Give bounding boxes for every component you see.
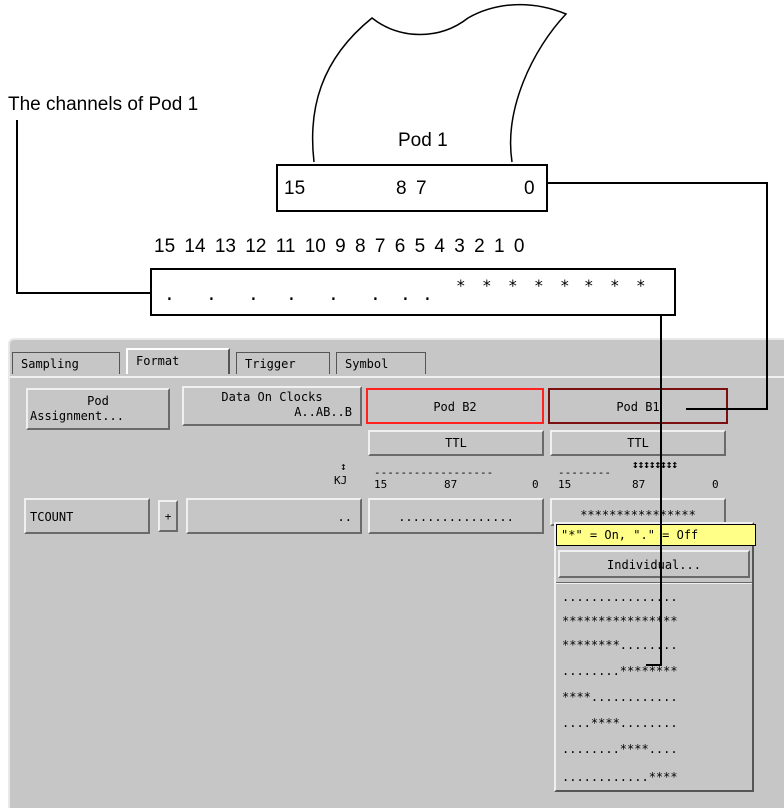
tab-format[interactable]: Format [126,348,230,374]
pod-bit-0: 0 [524,178,535,199]
channel-mark: . [422,284,433,305]
pod-b2-bits-field[interactable]: ................ [368,498,544,534]
pod-b2-button[interactable]: Pod B2 [366,388,544,424]
channel-mark: * [482,276,492,295]
on-off-tooltip: "*" = On, "." = Off [556,524,756,546]
channel-number: 9 [335,236,346,257]
b1-header-87: 87 [632,478,646,491]
b2-header-87: 87 [444,478,458,491]
channel-mark: . [164,284,175,305]
channel-number: 12 [245,236,267,257]
channel-number: 8 [354,236,366,257]
b1-header-arrows-icon: ↕↕↕↕↕↕↕↕ [632,458,678,471]
pod-1-connector-box [276,164,548,212]
channel-marks-box [150,268,676,316]
popup-item[interactable]: ....****........ [562,716,678,730]
channel-number: 0 [513,236,525,257]
leader-line-right-vertical [766,182,768,410]
tab-symbol[interactable]: Symbol [336,352,426,374]
channel-number: 7 [374,236,386,257]
channel-number: 14 [184,236,206,257]
channel-number: 2 [474,236,485,257]
b2-header-0: 0 [532,478,539,491]
popup-item[interactable]: ........******** [562,664,678,678]
pod-bit-7: 7 [416,178,427,199]
channel-number: 4 [434,236,445,257]
data-on-clocks-line-2: A..AB..B [294,405,352,419]
individual-button[interactable]: Individual... [558,550,750,578]
tab-trigger[interactable]: Trigger [236,352,330,374]
channel-numbers: 15 14 13 12 11 10 9 8 7 6 5 4 3 2 1 0 [154,236,528,258]
tab-underline [10,376,784,378]
pod-assignment-line-2: Assignment... [30,409,124,423]
channel-number: 1 [494,236,505,257]
channel-mark: . [248,284,259,305]
pod-assignment-line-1: Pod [87,394,109,408]
data-on-clocks-line-1: Data On Clocks [221,390,323,404]
popup-item[interactable]: ****............ [562,690,678,704]
channel-mark: . [286,284,297,305]
pod-assignment-button[interactable]: Pod Assignment... [26,388,170,430]
data-on-clocks-button[interactable]: Data On Clocks A..AB..B [182,386,362,426]
pod-bit-15: 15 [284,178,306,199]
channel-number: 15 [154,236,176,257]
channel-mark: . [206,284,217,305]
b1-header-0: 0 [712,478,719,491]
ttl-b1-button[interactable]: TTL [550,430,726,456]
b1-header-15: 15 [558,478,572,491]
channel-mark: * [584,276,594,295]
channel-number: 5 [414,236,426,257]
popup-separator [556,582,752,584]
channel-number: 6 [394,236,406,257]
channel-mark: . [328,284,339,305]
leader-line-middle-foot [646,664,662,666]
leader-line-left-horizontal [16,292,150,294]
pod-b1-button[interactable]: Pod B1 [548,388,728,424]
pod-bit-8: 8 [396,178,407,199]
leader-line-right-bottom [686,408,768,410]
leader-line-left-vertical [16,120,18,294]
clock-arrow-icon: ↕ [340,460,347,473]
channel-mark: . [400,284,411,305]
polarity-plus-button[interactable]: + [158,500,178,532]
popup-item[interactable]: ........****.... [562,742,678,756]
channel-mark: * [636,276,646,295]
clock-bits-field[interactable]: .. [186,498,362,534]
channel-mark: . [370,284,381,305]
leader-line-middle-vertical [660,316,662,664]
channel-mark: * [508,276,518,295]
popup-item[interactable]: ............**** [562,770,678,784]
leader-line-right-top [548,182,768,184]
channel-mark: * [560,276,570,295]
clock-kj-label: KJ [334,474,348,487]
channel-mark: * [610,276,620,295]
label-tcount-button[interactable]: TCOUNT [24,498,150,534]
b2-header-15: 15 [374,478,388,491]
channel-number: 11 [275,236,296,257]
tab-sampling[interactable]: Sampling [12,352,120,374]
channels-of-pod-label: The channels of Pod 1 [8,94,199,115]
channel-number: 10 [304,236,326,257]
channel-number: 13 [214,236,236,257]
ttl-b2-button[interactable]: TTL [368,430,544,456]
pod-1-label: Pod 1 [398,130,448,151]
channel-mark: * [534,276,544,295]
channel-number: 3 [454,236,465,257]
b2-header-dashes: ------------------ [374,466,494,479]
channel-mark: * [456,276,466,295]
